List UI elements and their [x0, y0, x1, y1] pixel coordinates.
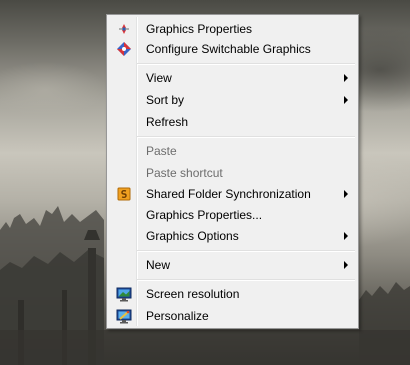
menu-item-label: Paste — [146, 144, 177, 158]
menu-item-graphics-properties[interactable]: Graphics Properties — [109, 18, 356, 40]
menu-item-label: Sort by — [146, 93, 185, 107]
menu-item-label: Shared Folder Synchronization — [146, 187, 311, 201]
menu-item-label: Paste shortcut — [146, 166, 223, 180]
menu-item-label: Screen resolution — [146, 287, 240, 301]
menu-item-sort-by[interactable]: Sort by — [109, 89, 356, 111]
menu-item-label: Graphics Properties... — [146, 208, 263, 222]
submenu-arrow-icon — [344, 232, 348, 240]
menu-item-paste-shortcut[interactable]: Paste shortcut — [109, 162, 356, 184]
intel-graphics-icon — [116, 21, 132, 37]
menu-item-label: Graphics Options — [146, 229, 239, 243]
menu-item-configure-switchable-graphics[interactable]: Configure Switchable Graphics — [109, 38, 356, 60]
menu-item-personalize[interactable]: Personalize — [109, 305, 356, 327]
switchable-graphics-icon — [116, 41, 132, 57]
menu-item-shared-folder-sync[interactable]: Shared Folder Synchronization — [109, 183, 356, 205]
personalize-icon — [116, 308, 132, 324]
menu-item-label: Personalize — [146, 309, 209, 323]
menu-item-label: Configure Switchable Graphics — [146, 42, 311, 56]
shared-folder-sync-icon — [116, 186, 132, 202]
menu-item-label: Graphics Properties — [146, 22, 253, 36]
submenu-arrow-icon — [344, 96, 348, 104]
menu-item-label: View — [146, 71, 172, 85]
menu-item-paste[interactable]: Paste — [109, 140, 356, 162]
menu-separator — [137, 136, 355, 138]
menu-item-refresh[interactable]: Refresh — [109, 111, 356, 133]
submenu-arrow-icon — [344, 190, 348, 198]
menu-item-graphics-properties-dialog[interactable]: Graphics Properties... — [109, 204, 356, 226]
menu-item-label: New — [146, 258, 171, 272]
menu-item-new[interactable]: New — [109, 254, 356, 276]
menu-item-view[interactable]: View — [109, 67, 356, 89]
submenu-arrow-icon — [344, 261, 348, 269]
menu-separator — [137, 279, 355, 281]
submenu-arrow-icon — [344, 74, 348, 82]
menu-item-graphics-options[interactable]: Graphics Options — [109, 225, 356, 247]
menu-item-label: Refresh — [146, 115, 189, 129]
desktop-context-menu: Graphics Properties Configure Switchable… — [106, 14, 359, 329]
menu-item-screen-resolution[interactable]: Screen resolution — [109, 283, 356, 305]
menu-separator — [137, 250, 355, 252]
menu-separator — [137, 63, 355, 65]
screen-resolution-icon — [116, 286, 132, 302]
